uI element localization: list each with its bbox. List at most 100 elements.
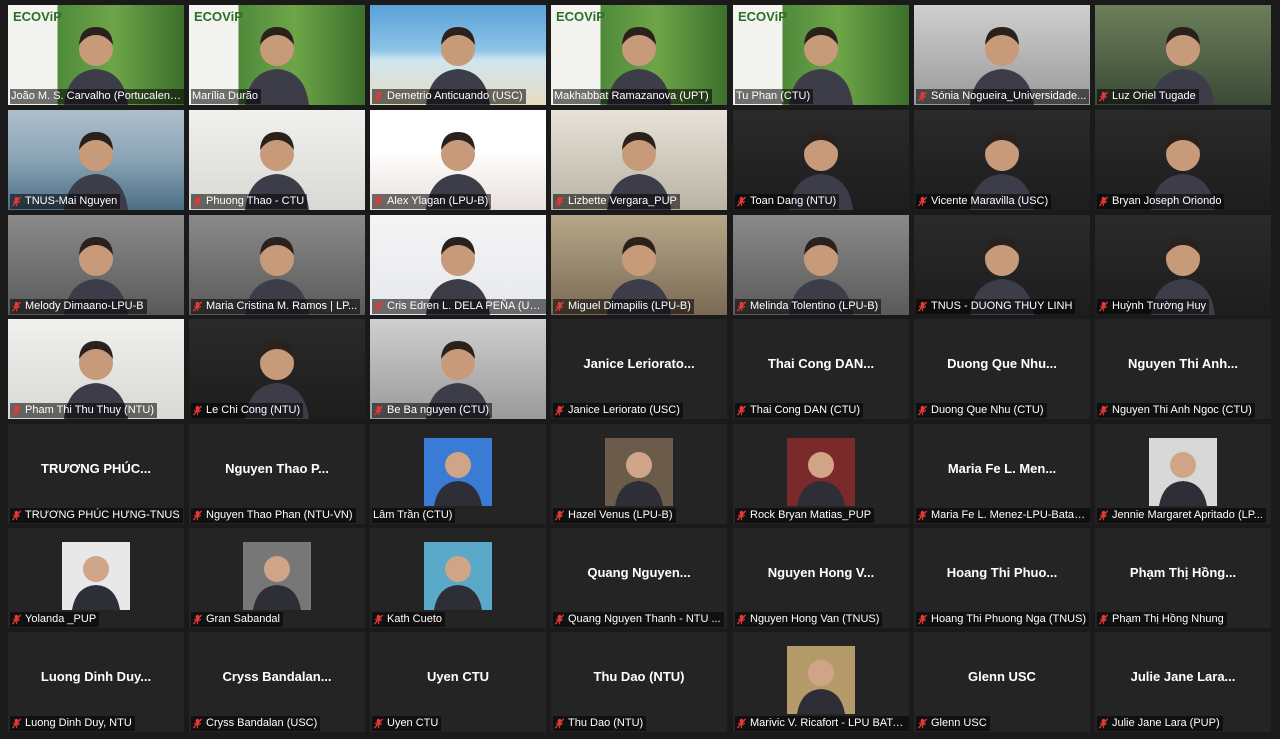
participant-tile[interactable]: Alex Ylagan (LPU-B) (370, 110, 546, 210)
participant-name-tag: Cryss Bandalan (USC) (191, 716, 321, 731)
participant-name: Marivic V. Ricafort - LPU BATA... (750, 717, 906, 729)
participant-tile[interactable]: Melinda Tolentino (LPU-B) (733, 215, 909, 315)
ecovip-logo: ECOViP (556, 9, 605, 24)
participant-tile[interactable]: ECOViP João M. S. Carvalho (Portucalense.… (8, 5, 184, 105)
participant-name-tag: Tu Phan (CTU) (735, 89, 814, 104)
profile-picture (424, 438, 492, 506)
participant-tile[interactable]: Julie Jane Lara... Julie Jane Lara (PUP) (1095, 632, 1271, 732)
participant-name: Vicente Maravilla (USC) (931, 195, 1049, 207)
participant-tile[interactable]: ECOViP Marília Durão (189, 5, 365, 105)
participant-tile[interactable]: Yolanda _PUP (8, 528, 184, 628)
participant-name: Lâm Trần (CTU) (373, 509, 453, 521)
profile-picture (424, 542, 492, 610)
participant-display-name: Janice Leriorato... (583, 356, 695, 371)
participant-name: João M. S. Carvalho (Portucalense... (11, 90, 181, 102)
participant-tile[interactable]: Cryss Bandalan... Cryss Bandalan (USC) (189, 632, 365, 732)
participant-tile[interactable]: Hazel Venus (LPU-B) (551, 424, 727, 524)
profile-picture (787, 646, 855, 714)
participant-name-tag: João M. S. Carvalho (Portucalense... (10, 89, 184, 104)
participant-tile[interactable]: Gran Sabandal (189, 528, 365, 628)
participant-name-tag: Miguel Dimapilis (LPU-B) (553, 299, 694, 314)
participant-name: Phuong Thao - CTU (206, 195, 305, 207)
participant-tile[interactable]: Maria Cristina M. Ramos | LP... (189, 215, 365, 315)
muted-mic-icon (192, 718, 203, 729)
participant-display-name: Phạm Thị Hồng... (1129, 565, 1237, 580)
ecovip-logo: ECOViP (13, 9, 62, 24)
participant-tile[interactable]: Be Ba nguyen (CTU) (370, 319, 546, 419)
participant-tile[interactable]: Rock Bryan Matias_PUP (733, 424, 909, 524)
participant-tile[interactable]: Phuong Thao - CTU (189, 110, 365, 210)
participant-tile[interactable]: Phạm Thị Hồng... Phạm Thị Hồng Nhung (1095, 528, 1271, 628)
participant-name: Cryss Bandalan (USC) (206, 717, 318, 729)
participant-tile[interactable]: ECOViP Tu Phan (CTU) (733, 5, 909, 105)
participant-tile[interactable]: Miguel Dimapilis (LPU-B) (551, 215, 727, 315)
muted-mic-icon (11, 301, 22, 312)
participant-tile[interactable]: Nguyen Thi Anh... Nguyen Thi Anh Ngoc (CT… (1095, 319, 1271, 419)
participant-tile[interactable]: Bryan Joseph Oriondo (1095, 110, 1271, 210)
participant-tile[interactable]: TRƯƠNG PHÚC... TRƯƠNG PHÚC HƯNG-TNUS (8, 424, 184, 524)
participant-name-tag: Rock Bryan Matias_PUP (735, 508, 875, 523)
muted-mic-icon (192, 196, 203, 207)
participant-tile[interactable]: Le Chi Cong (NTU) (189, 319, 365, 419)
participant-name-tag: Uyen CTU (372, 716, 442, 731)
participant-tile[interactable]: Vicente Maravilla (USC) (914, 110, 1090, 210)
participant-tile[interactable]: TNUS-Mai Nguyen (8, 110, 184, 210)
participant-tile[interactable]: Huỳnh Trường Huy (1095, 215, 1271, 315)
participant-tile[interactable]: Janice Leriorato... Janice Leriorato (USC… (551, 319, 727, 419)
participant-tile[interactable]: Lizbette Vergara_PUP (551, 110, 727, 210)
participant-tile[interactable]: Glenn USC Glenn USC (914, 632, 1090, 732)
participant-name-tag: Kath Cueto (372, 612, 446, 627)
muted-mic-icon (554, 718, 565, 729)
participant-name: TNUS - DUONG THUY LINH (931, 300, 1073, 312)
participant-name: Rock Bryan Matias_PUP (750, 509, 872, 521)
participant-tile[interactable]: Quang Nguyen... Quang Nguyen Thanh - NTU … (551, 528, 727, 628)
participant-tile[interactable]: Pham Thi Thu Thuy (NTU) (8, 319, 184, 419)
muted-mic-icon (736, 405, 747, 416)
participant-name: Hoang Thi Phuong Nga (TNUS) (931, 613, 1087, 625)
muted-mic-icon (917, 614, 928, 625)
participant-tile[interactable]: Melody Dimaano-LPU-B (8, 215, 184, 315)
participant-tile[interactable]: Sónia Nogueira_Universidade... (914, 5, 1090, 105)
participant-tile[interactable]: Maria Fe L. Men... Maria Fe L. Menez-LPU-… (914, 424, 1090, 524)
participant-name: Cris Edren L. DELA PEÑA (USC) (387, 300, 543, 312)
participant-name-tag: Le Chi Cong (NTU) (191, 403, 304, 418)
participant-name: Lizbette Vergara_PUP (568, 195, 677, 207)
participant-tile[interactable]: ECOViP Makhabbat Ramazanova (UPT) (551, 5, 727, 105)
participant-tile[interactable]: Nguyen Thao P... Nguyen Thao Phan (NTU-VN… (189, 424, 365, 524)
participant-tile[interactable]: Marivic V. Ricafort - LPU BATA... (733, 632, 909, 732)
participant-tile[interactable]: Kath Cueto (370, 528, 546, 628)
participant-name: Glenn USC (931, 717, 987, 729)
profile-picture (605, 438, 673, 506)
participant-display-name: Cryss Bandalan... (222, 669, 332, 684)
participant-name-tag: Yolanda _PUP (10, 612, 100, 627)
participant-tile[interactable]: Thai Cong DAN... Thai Cong DAN (CTU) (733, 319, 909, 419)
participant-name: Luong Dinh Duy, NTU (25, 717, 132, 729)
participant-tile[interactable]: TNUS - DUONG THUY LINH (914, 215, 1090, 315)
participant-tile[interactable]: Thu Dao (NTU) Thu Dao (NTU) (551, 632, 727, 732)
participant-name-tag: Quang Nguyen Thanh - NTU ... (553, 612, 724, 627)
participant-tile[interactable]: Demetrio Anticuando (USC) (370, 5, 546, 105)
muted-mic-icon (192, 510, 203, 521)
participant-name: Be Ba nguyen (CTU) (387, 404, 490, 416)
participant-tile[interactable]: Luz Oriel Tugade (1095, 5, 1271, 105)
participant-name-tag: Jennie Margaret Apritado (LP... (1097, 508, 1266, 523)
participant-name: Demetrio Anticuando (USC) (387, 90, 523, 102)
participant-tile[interactable]: Cris Edren L. DELA PEÑA (USC) (370, 215, 546, 315)
participant-name: Julie Jane Lara (PUP) (1112, 717, 1220, 729)
participant-tile[interactable]: Hoang Thi Phuo... Hoang Thi Phuong Nga (T… (914, 528, 1090, 628)
muted-mic-icon (192, 614, 203, 625)
participant-tile[interactable]: Uyen CTU Uyen CTU (370, 632, 546, 732)
participant-tile[interactable]: Toan Dang (NTU) (733, 110, 909, 210)
avatar (1159, 452, 1207, 506)
participant-tile[interactable]: Jennie Margaret Apritado (LP... (1095, 424, 1271, 524)
muted-mic-icon (11, 196, 22, 207)
participant-tile[interactable]: Duong Que Nhu... Duong Que Nhu (CTU) (914, 319, 1090, 419)
participant-tile[interactable]: Lâm Trần (CTU) (370, 424, 546, 524)
participant-tile[interactable]: Nguyen Hong V... Nguyen Hong Van (TNUS) (733, 528, 909, 628)
participant-name-tag: Janice Leriorato (USC) (553, 403, 683, 418)
participant-name-tag: Thai Cong DAN (CTU) (735, 403, 864, 418)
participant-name: Yolanda _PUP (25, 613, 97, 625)
participant-name: Marília Durão (192, 90, 259, 102)
participant-tile[interactable]: Luong Dinh Duy... Luong Dinh Duy, NTU (8, 632, 184, 732)
muted-mic-icon (192, 405, 203, 416)
